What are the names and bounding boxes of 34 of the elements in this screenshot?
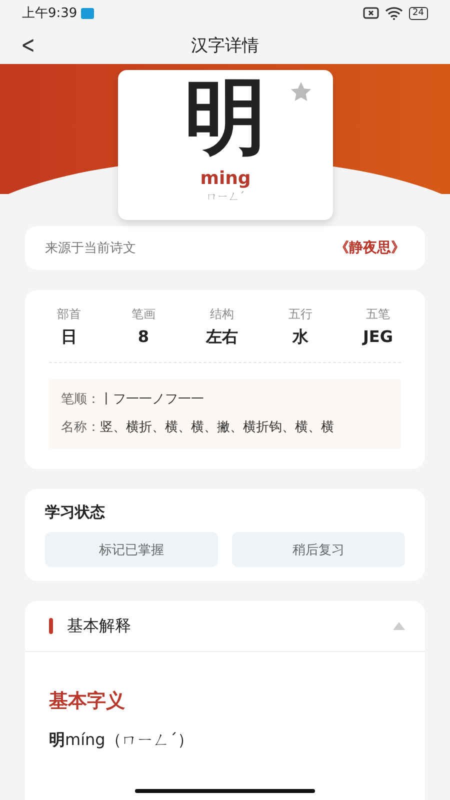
subsection-title: 基本字义 [49, 689, 126, 714]
character-glyph: 明 [184, 72, 266, 164]
sim-icon [362, 7, 379, 19]
poem-link[interactable]: 《静夜思》 [335, 239, 405, 257]
attribute-label: 五行 [288, 306, 312, 323]
page-title: 汉字详情 [191, 34, 259, 56]
accent-bar [49, 618, 53, 634]
attribute-label: 五笔 [366, 306, 390, 323]
battery-icon: 24 [408, 6, 428, 20]
definition-entry: 明míng（ㄇㄧㄥˊ） [49, 730, 194, 751]
attribute-value: 水 [292, 327, 308, 348]
collapse-icon[interactable] [393, 622, 405, 630]
attribute-label: 结构 [210, 306, 234, 323]
section-title: 基本解释 [67, 616, 132, 636]
attribute-value: 日 [61, 327, 77, 348]
study-button[interactable]: 稍后复习 [232, 532, 405, 567]
status-time: 上午9:39 [22, 5, 78, 22]
stroke-text: 丨フ一一ノフ一一 [100, 391, 205, 409]
source-label: 来源于当前诗文 [45, 240, 136, 257]
star-icon[interactable] [291, 82, 311, 101]
back-button[interactable]: < [21, 31, 36, 59]
zhuyin-text: ㄇㄧㄥˊ [206, 189, 245, 204]
study-button[interactable]: 标记已掌握 [45, 532, 218, 567]
wifi-icon [384, 6, 403, 20]
stroke-text: 竖、横折、横、横、撇、横折钩、横、横 [100, 419, 335, 437]
pinyin-text: ming [200, 168, 251, 189]
attribute-value: 左右 [206, 327, 238, 348]
section-title: 学习状态 [45, 503, 106, 522]
attribute-value: 8 [138, 327, 150, 346]
stroke-label: 名称： [61, 419, 100, 437]
attribute-value: JEG [362, 327, 393, 346]
stroke-label: 笔顺： [61, 391, 100, 409]
attribute-label: 部首 [57, 306, 81, 323]
attribute-label: 笔画 [131, 306, 156, 323]
